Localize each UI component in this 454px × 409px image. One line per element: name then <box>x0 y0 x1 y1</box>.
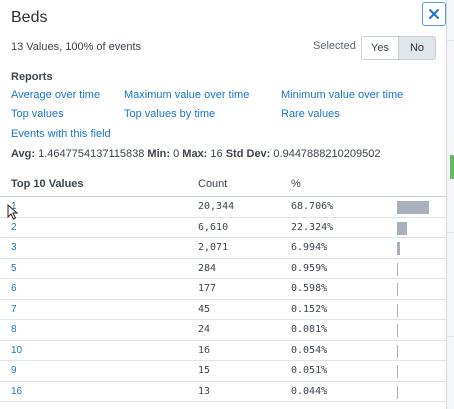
table-row[interactable]: 10 16 0.054% <box>0 341 446 361</box>
report-link-minimum-over-time[interactable]: Minimum value over time <box>281 89 403 101</box>
field-summary-panel: Beds 13 Values, 100% of events Selected … <box>0 0 446 409</box>
field-stats: Avg: 1.4647754137115838 Min: 0 Max: 16 S… <box>11 148 380 160</box>
report-link-average-over-time[interactable]: Average over time <box>11 89 100 101</box>
row-percent: 0.598% <box>291 283 328 294</box>
row-value-link[interactable]: 10 <box>11 345 22 356</box>
close-button[interactable] <box>422 2 446 26</box>
row-percent-bar <box>397 365 398 378</box>
background-page-edge <box>446 0 454 409</box>
background-green-indicator <box>450 155 454 179</box>
row-percent: 0.081% <box>291 324 328 335</box>
column-header-count: Count <box>198 178 228 190</box>
row-percent: 6.994% <box>291 242 328 253</box>
row-count: 16 <box>198 344 211 356</box>
row-value-link[interactable]: 16 <box>11 386 22 397</box>
report-link-events-with-field[interactable]: Events with this field <box>11 128 111 140</box>
row-percent-bar <box>397 201 429 214</box>
mouse-pointer-icon <box>7 204 19 220</box>
row-value-link[interactable]: 3 <box>11 242 17 253</box>
row-percent-bar <box>397 344 398 358</box>
table-row[interactable]: 16 13 0.044% <box>0 382 446 402</box>
row-value-link[interactable]: 7 <box>11 304 17 315</box>
row-count: 13 <box>198 385 211 397</box>
row-value-link[interactable]: 9 <box>11 365 17 376</box>
report-link-top-values[interactable]: Top values <box>11 108 64 120</box>
row-value-link[interactable]: 5 <box>11 263 17 274</box>
min-value: 0 <box>173 148 180 160</box>
panel-title: Beds <box>11 9 48 26</box>
background-line <box>447 232 454 233</box>
row-count: 6,610 <box>198 221 229 233</box>
row-percent: 68.706% <box>291 201 334 212</box>
avg-label: Avg: <box>11 148 36 160</box>
table-row[interactable]: 8 24 0.081% <box>0 320 446 341</box>
report-link-rare-values[interactable]: Rare values <box>281 108 340 120</box>
max-label: Max: <box>182 148 208 160</box>
std-dev-label: Std Dev: <box>225 148 271 160</box>
avg-value: 1.4647754137115838 <box>38 148 145 160</box>
max-value: 16 <box>210 148 223 160</box>
row-percent: 0.054% <box>291 344 328 356</box>
table-row[interactable]: 7 45 0.152% <box>0 300 446 320</box>
background-line <box>447 336 454 337</box>
row-percent-bar <box>397 283 398 296</box>
row-count: 2,071 <box>198 242 229 253</box>
table-row[interactable]: 6 177 0.598% <box>0 279 446 300</box>
row-count: 284 <box>198 262 217 274</box>
row-percent: 0.044% <box>291 385 328 397</box>
selected-no-button[interactable]: No <box>399 37 435 59</box>
table-row[interactable]: 9 15 0.051% <box>0 361 446 382</box>
table-row[interactable]: 1 20,344 68.706% <box>0 197 446 218</box>
row-percent-bar <box>397 385 398 399</box>
selected-yes-button[interactable]: Yes <box>362 37 399 59</box>
row-percent-bar <box>397 262 398 276</box>
column-header-values: Top 10 Values <box>11 178 84 190</box>
row-count: 177 <box>198 283 217 294</box>
row-percent: 0.959% <box>291 262 328 274</box>
background-line <box>447 40 454 41</box>
row-percent: 0.152% <box>291 303 328 315</box>
row-percent-bar <box>397 303 398 317</box>
table-row[interactable]: 3 2,071 6.994% <box>0 238 446 259</box>
table-row[interactable]: 2 6,610 22.324% <box>0 218 446 238</box>
row-value-link[interactable]: 6 <box>11 283 17 294</box>
values-summary: 13 Values, 100% of events <box>11 41 142 53</box>
row-percent: 0.051% <box>291 365 328 376</box>
report-link-maximum-over-time[interactable]: Maximum value over time <box>124 89 249 101</box>
reports-heading: Reports <box>11 71 53 83</box>
row-count: 20,344 <box>198 201 235 212</box>
column-header-percent: % <box>291 178 301 190</box>
row-value-link[interactable]: 8 <box>11 324 17 335</box>
selected-toggle: Yes No <box>361 36 436 60</box>
row-percent-bar <box>397 242 401 255</box>
row-count: 45 <box>198 303 211 315</box>
row-count: 24 <box>198 324 211 335</box>
row-count: 15 <box>198 365 211 376</box>
row-value-link[interactable]: 2 <box>11 222 17 233</box>
row-percent-bar <box>397 221 408 235</box>
report-link-top-values-by-time[interactable]: Top values by time <box>124 108 215 120</box>
row-percent: 22.324% <box>291 221 334 233</box>
close-icon <box>429 9 439 19</box>
selected-label: Selected <box>313 40 356 52</box>
std-dev-value: 0.9447888210209502 <box>273 148 381 160</box>
min-label: Min: <box>147 148 171 160</box>
table-row[interactable]: 5 284 0.959% <box>0 259 446 279</box>
row-percent-bar <box>397 324 398 337</box>
